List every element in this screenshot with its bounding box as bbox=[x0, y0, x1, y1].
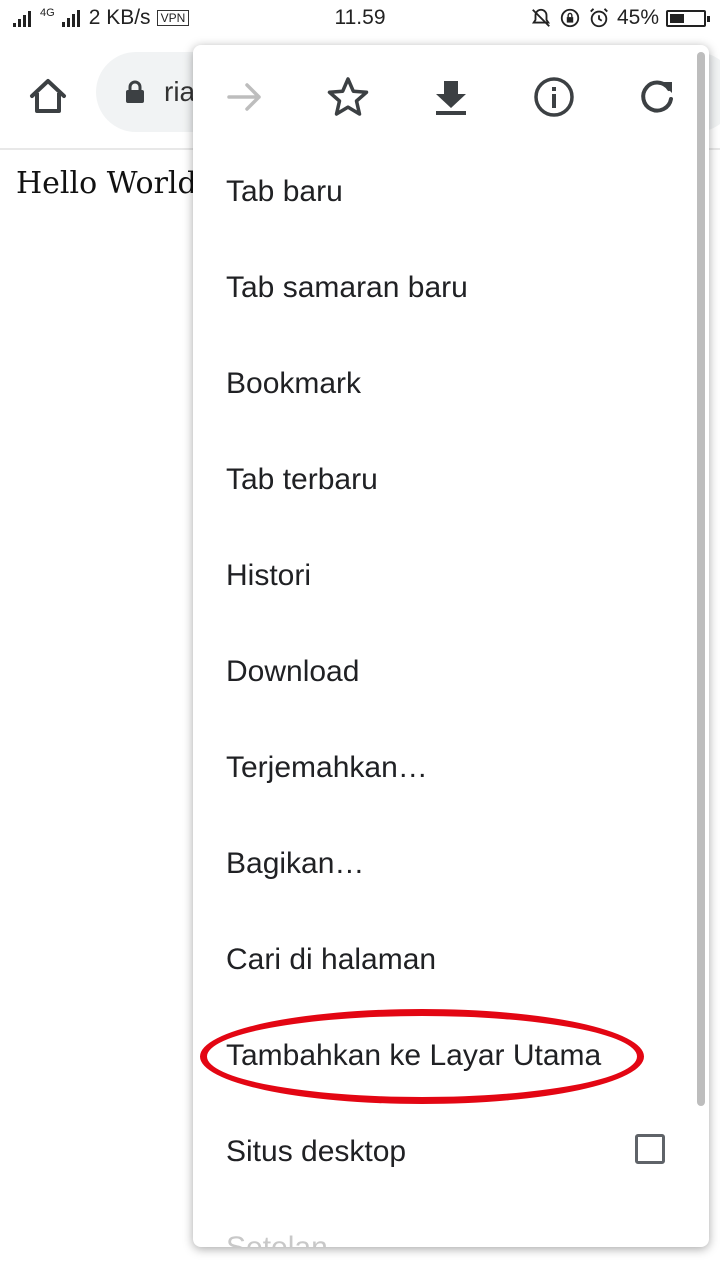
lock-icon bbox=[126, 80, 144, 103]
menu-item-label: Tab baru bbox=[226, 175, 343, 208]
star-icon[interactable] bbox=[324, 73, 372, 121]
menu-item-find-in-page[interactable]: Cari di halaman bbox=[193, 912, 693, 1008]
download-icon[interactable] bbox=[427, 73, 475, 121]
menu-item-label: Tab terbaru bbox=[226, 463, 378, 496]
menu-item-label: Bookmark bbox=[226, 367, 362, 400]
menu-item-label: Tab samaran baru bbox=[226, 271, 468, 304]
menu-item-downloads[interactable]: Download bbox=[193, 624, 693, 720]
status-bar: 4G 2 KB/s VPN 11.59 45% bbox=[0, 0, 720, 38]
rotation-lock-icon bbox=[560, 8, 580, 28]
battery-percent: 45% bbox=[616, 6, 659, 29]
url-text: ria bbox=[164, 76, 196, 107]
menu-item-history[interactable]: Histori bbox=[193, 528, 693, 624]
menu-item-label: Setelan bbox=[193, 1231, 328, 1247]
alarm-icon bbox=[590, 8, 608, 28]
battery-fill bbox=[670, 13, 684, 23]
menu-item-label: Tambahkan ke Layar Utama bbox=[226, 1039, 602, 1072]
bell-off-icon bbox=[531, 8, 551, 27]
menu-item-label: Situs desktop bbox=[226, 1135, 407, 1168]
menu-item-share[interactable]: Bagikan… bbox=[193, 816, 693, 912]
menu-item-label: Cari di halaman bbox=[226, 943, 437, 976]
menu-item-label: Histori bbox=[226, 559, 312, 592]
info-icon[interactable] bbox=[530, 73, 578, 121]
menu-item-label: Download bbox=[226, 655, 360, 688]
refresh-icon[interactable] bbox=[633, 73, 681, 121]
status-right: 45% bbox=[530, 6, 710, 30]
desktop-site-checkbox[interactable] bbox=[635, 1134, 665, 1164]
menu-scrollbar[interactable] bbox=[697, 52, 705, 1106]
home-icon[interactable] bbox=[26, 74, 70, 118]
browser-overflow-menu: Tab baru Tab samaran baru Bookmark Tab t… bbox=[193, 45, 709, 1247]
menu-item-recent-tabs[interactable]: Tab terbaru bbox=[193, 432, 693, 528]
menu-item-settings[interactable]: Setelan bbox=[193, 1200, 693, 1247]
menu-item-translate[interactable]: Terjemahkan… bbox=[193, 720, 693, 816]
menu-item-bookmarks[interactable]: Bookmark bbox=[193, 336, 693, 432]
forward-arrow-icon[interactable] bbox=[221, 73, 269, 121]
menu-item-add-to-home-screen[interactable]: Tambahkan ke Layar Utama bbox=[193, 1008, 693, 1104]
menu-item-label: Bagikan… bbox=[226, 847, 365, 880]
menu-item-label: Terjemahkan… bbox=[226, 751, 428, 784]
menu-item-new-tab[interactable]: Tab baru bbox=[193, 144, 693, 240]
menu-item-desktop-site[interactable]: Situs desktop bbox=[193, 1104, 693, 1200]
screen: 4G 2 KB/s VPN 11.59 45% ria Hello World … bbox=[0, 0, 720, 1280]
page-content-text: Hello World bbox=[16, 166, 197, 201]
battery-icon bbox=[666, 9, 710, 27]
menu-item-new-incognito-tab[interactable]: Tab samaran baru bbox=[193, 240, 693, 336]
menu-action-row bbox=[193, 45, 709, 147]
